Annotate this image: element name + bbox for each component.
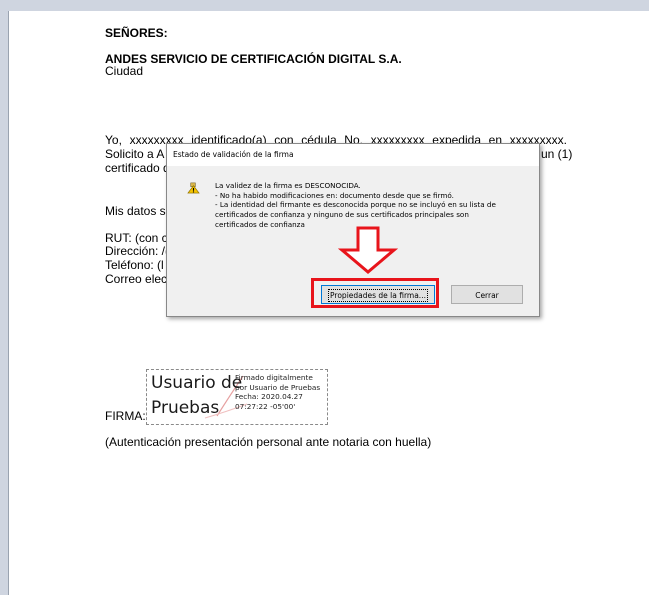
warning-icon (187, 182, 200, 194)
signature-info: Firmado digitalmente por Usuario de Prue… (235, 373, 320, 411)
signature-field[interactable]: Usuario de Pruebas Firmado digitalmente … (146, 369, 328, 425)
dialog-message: La validez de la firma es DESCONOCIDA. -… (215, 181, 496, 230)
down-arrow-icon (338, 226, 398, 274)
close-button-label: Cerrar (475, 291, 499, 300)
doc-paragraph-line2-end: un (1) (541, 147, 573, 161)
doc-paragraph-line3-start: certificado d (105, 161, 170, 175)
dialog-message-line: certificados de confianza y ninguno de s… (215, 210, 469, 220)
doc-city: Ciudad (105, 64, 144, 78)
doc-firma-label: FIRMA: (105, 409, 146, 423)
signature-info-line: 07:27:22 -05'00' (235, 401, 296, 411)
dialog-message-line: - No ha habido modificaciones en: docume… (215, 190, 454, 200)
signature-name-line1: Usuario de (151, 373, 243, 393)
doc-datos: Mis datos s (105, 204, 166, 218)
doc-correo: Correo elec (105, 272, 168, 286)
dialog-title: Estado de validación de la firma (173, 150, 294, 159)
close-button[interactable]: Cerrar (451, 285, 523, 304)
doc-rut: RUT: (con c (105, 231, 168, 245)
signature-info-line: por Usuario de Pruebas (235, 382, 321, 392)
doc-paragraph-line2-start: Solicito a A (105, 147, 165, 161)
viewer-top-bar (0, 0, 649, 11)
signature-info-line: Firmado digitalmente (235, 373, 313, 382)
doc-telefono: Teléfono: (l (105, 258, 164, 272)
dialog-message-line: La validez de la firma es DESCONOCIDA. (215, 181, 361, 190)
viewer-left-gutter (0, 11, 8, 595)
doc-heading: SEÑORES: (105, 26, 168, 40)
signature-info-line: Fecha: 2020.04.27 (235, 392, 303, 402)
highlight-box (311, 278, 439, 308)
doc-company: ANDES SERVICIO DE CERTIFICACIÓN DIGITAL … (105, 52, 402, 66)
signature-name-line2: Pruebas (151, 398, 220, 418)
doc-autenticacion: (Autenticación presentación personal ant… (105, 435, 432, 449)
dialog-message-line: - La identidad del firmante es desconoci… (215, 200, 496, 210)
dialog-titlebar[interactable]: Estado de validación de la firma (167, 144, 539, 166)
doc-direccion: Dirección: /( (105, 244, 170, 258)
